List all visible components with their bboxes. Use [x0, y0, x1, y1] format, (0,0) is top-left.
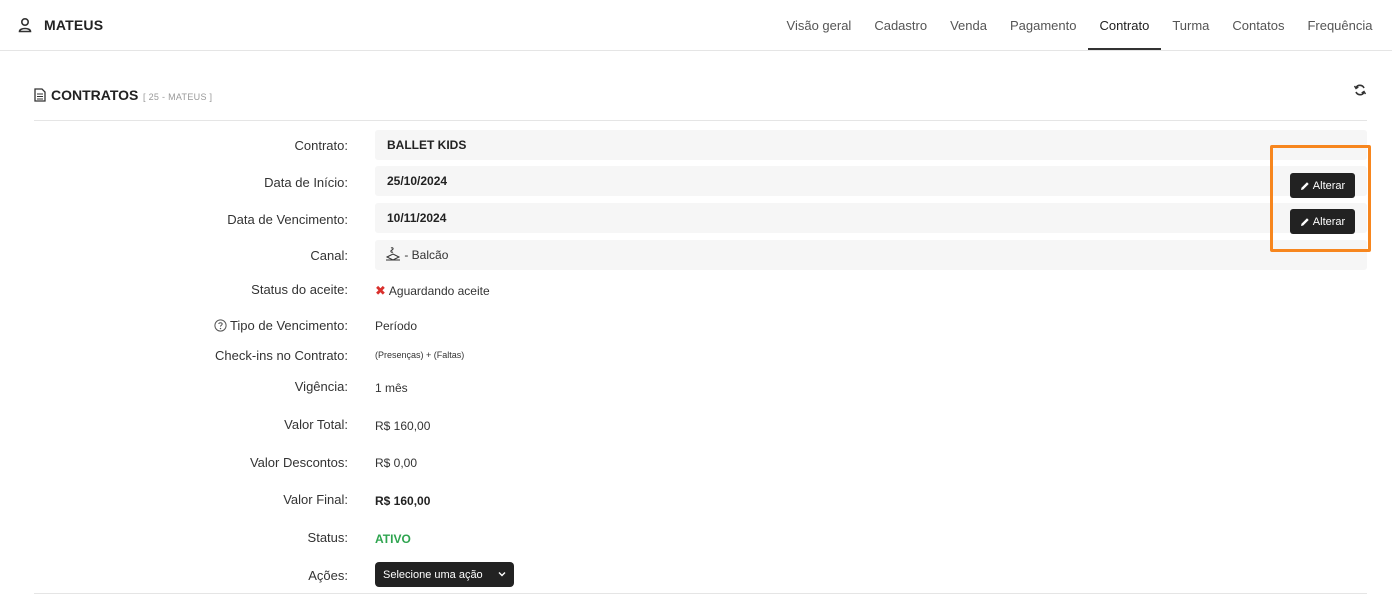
tab-visao-geral[interactable]: Visão geral — [775, 0, 863, 50]
acoes-select[interactable]: Selecione uma ação — [375, 562, 514, 587]
acoes-label: Ações: — [308, 568, 348, 583]
user-icon — [18, 17, 32, 33]
valor-final-label: Valor Final: — [283, 492, 348, 507]
help-icon[interactable] — [213, 319, 227, 332]
contrato-value-box: BALLET KIDS — [375, 130, 1367, 160]
acoes-select-value: Selecione uma ação — [383, 568, 483, 581]
valor-descontos-value: R$ 0,00 — [375, 456, 418, 470]
tab-cadastro[interactable]: Cadastro — [863, 0, 939, 50]
refresh-icon[interactable] — [1353, 83, 1367, 97]
tab-contrato[interactable]: Contrato — [1087, 0, 1161, 50]
status-badge: ATIVO — [375, 532, 411, 546]
counter-icon — [385, 247, 401, 261]
tab-turma[interactable]: Turma — [1161, 0, 1221, 50]
x-icon: ✖ — [375, 283, 386, 298]
valor-total-label: Valor Total: — [284, 417, 348, 432]
highlight-box — [1270, 145, 1371, 252]
chevron-down-icon — [498, 572, 506, 577]
tab-pagamento[interactable]: Pagamento — [998, 0, 1088, 50]
top-bar: MATEUS Visão geral Cadastro Venda Pagame… — [0, 0, 1392, 51]
checkins-label: Check-ins no Contrato: — [215, 348, 348, 363]
tipo-vencimento-label: Tipo de Vencimento: — [229, 318, 348, 333]
valor-final-value: R$ 160,00 — [375, 494, 431, 508]
checkins-value: (Presenças) + (Faltas) — [375, 350, 465, 360]
user-name: MATEUS — [44, 17, 104, 33]
data-vencimento-value-box: 10/11/2024 — [375, 203, 1367, 233]
data-inicio-label: Data de Início: — [264, 175, 348, 190]
divider — [34, 593, 1367, 594]
status-aceite-label: Status do aceite: — [251, 282, 348, 297]
tab-contatos[interactable]: Contatos — [1221, 0, 1296, 50]
page-title: CONTRATOS — [51, 87, 139, 103]
section-header: CONTRATOS [ 25 - MATEUS ] — [34, 84, 1367, 121]
canal-value-box: - Balcão — [375, 240, 1367, 270]
document-icon — [34, 88, 46, 102]
data-vencimento-value: 10/11/2024 — [387, 211, 447, 225]
data-inicio-value: 25/10/2024 — [387, 174, 448, 188]
data-vencimento-label: Data de Vencimento: — [227, 212, 348, 227]
tab-venda[interactable]: Venda — [939, 0, 999, 50]
contrato-label: Contrato: — [294, 138, 348, 153]
contrato-value: BALLET KIDS — [387, 138, 467, 152]
vigencia-label: Vigência: — [294, 379, 348, 394]
status-label: Status: — [307, 530, 348, 545]
canal-value: - Balcão — [404, 248, 449, 262]
vigencia-value: 1 mês — [375, 381, 408, 395]
status-aceite-value: Aguardando aceite — [388, 284, 490, 298]
page-subtitle: [ 25 - MATEUS ] — [143, 92, 213, 102]
tab-frequencia[interactable]: Frequência — [1296, 0, 1384, 50]
tipo-vencimento-value: Período — [375, 319, 418, 333]
canal-label: Canal: — [310, 248, 348, 263]
user-header: MATEUS — [18, 17, 103, 33]
data-inicio-value-box: 25/10/2024 — [375, 166, 1367, 196]
valor-total-value: R$ 160,00 — [375, 419, 431, 433]
tab-bar: Visão geral Cadastro Venda Pagamento Con… — [775, 0, 1384, 50]
valor-descontos-label: Valor Descontos: — [249, 455, 348, 470]
